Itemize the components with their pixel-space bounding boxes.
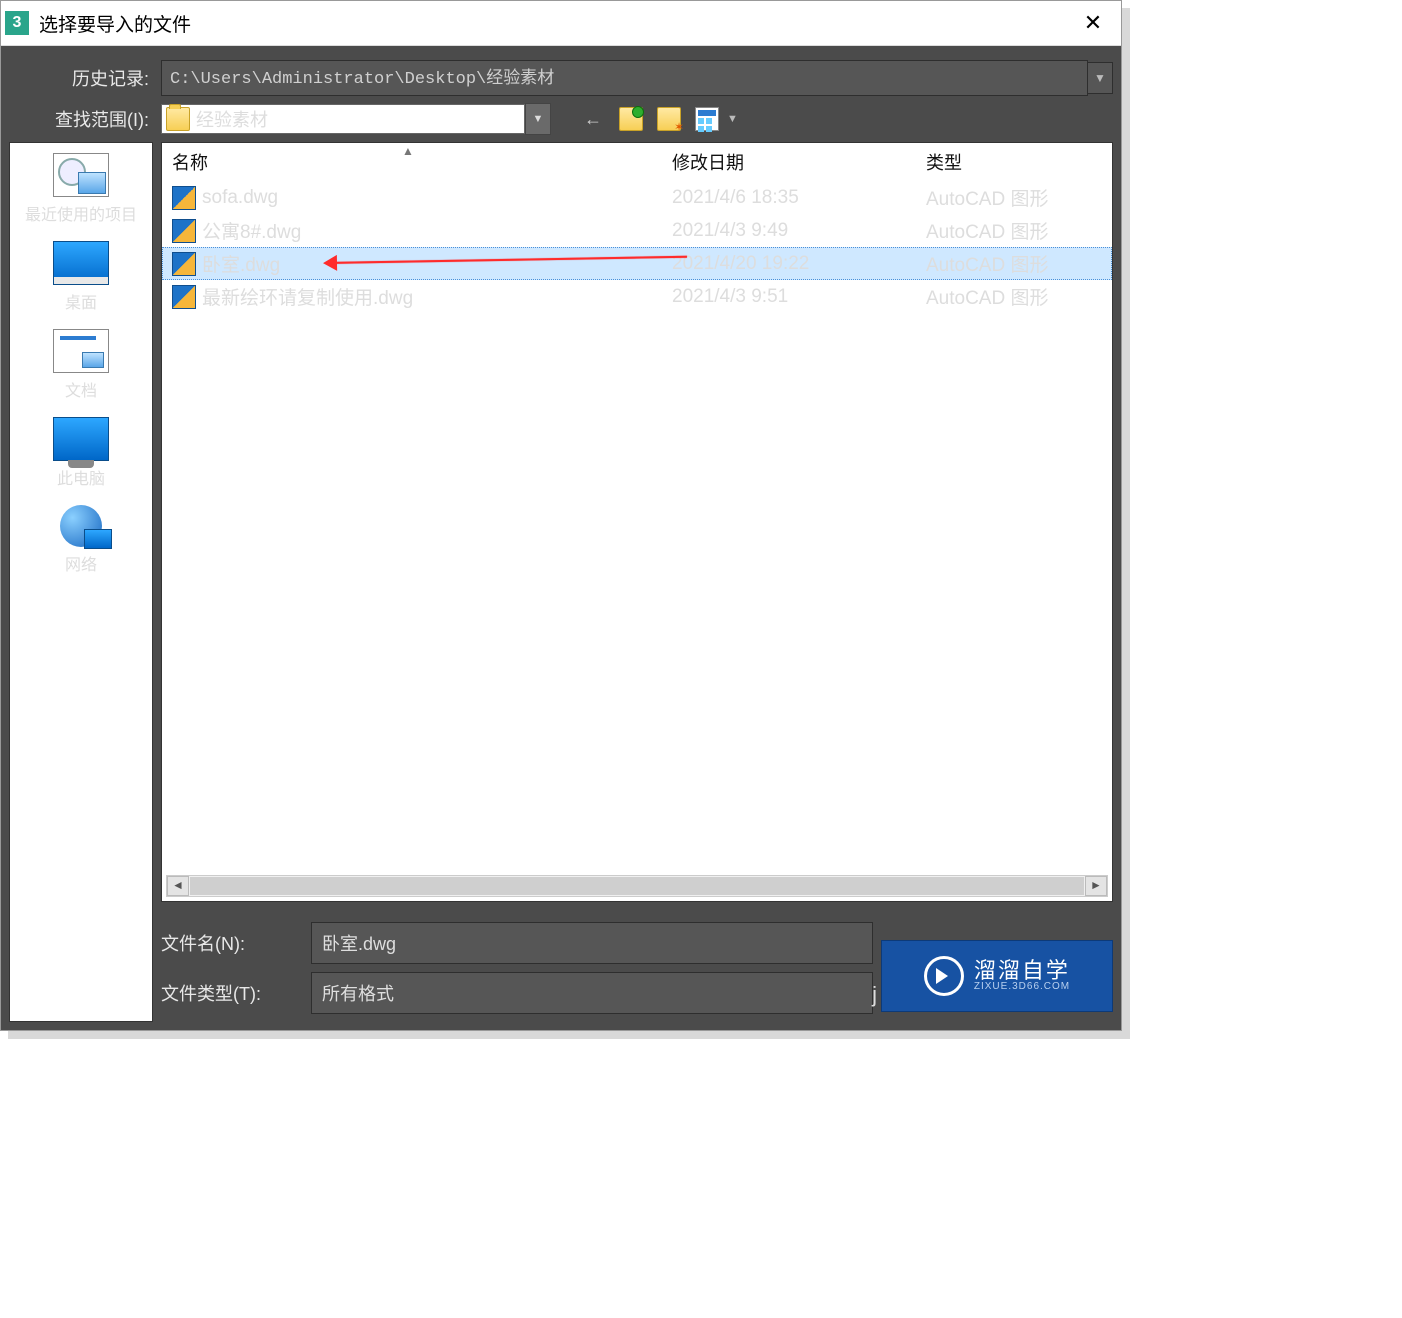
main-container: 最近使用的项目 桌面 文档 此电脑 [9, 142, 1113, 1022]
play-icon [924, 956, 964, 996]
place-thispc-label: 此电脑 [57, 465, 105, 489]
monitor-overlay-icon [84, 529, 112, 549]
app-icon: 3 [5, 11, 29, 35]
lookin-row: 查找范围(I): 经验素材 ▼ ← ▼ [9, 104, 1113, 134]
column-name[interactable]: 名称 ▲ [172, 149, 672, 175]
watermark-subtext: ZIXUE.3D66.COM [974, 982, 1070, 992]
lookin-input[interactable]: 经验素材 [161, 104, 525, 134]
dwg-file-icon [172, 186, 196, 210]
folder-icon [166, 107, 190, 131]
up-folder-icon [619, 107, 643, 131]
column-type[interactable]: 类型 [926, 149, 1102, 175]
file-name: 卧室.dwg [202, 250, 280, 277]
column-date[interactable]: 修改日期 [672, 149, 926, 175]
views-dropdown-caret[interactable]: ▼ [727, 113, 738, 125]
nav-views-button[interactable] [695, 107, 719, 131]
lookin-combo[interactable]: 经验素材 ▼ [161, 104, 551, 134]
views-icon [695, 107, 719, 131]
file-type: AutoCAD 图形 [926, 250, 1102, 277]
lookin-value: 经验素材 [196, 106, 268, 132]
file-date: 2021/4/3 9:49 [672, 220, 926, 242]
file-type: AutoCAD 图形 [926, 217, 1102, 244]
place-documents[interactable]: 文档 [10, 325, 152, 403]
places-bar: 最近使用的项目 桌面 文档 此电脑 [9, 142, 153, 1022]
file-row[interactable]: sofa.dwg 2021/4/6 18:35 AutoCAD 图形 [162, 181, 1112, 214]
network-icon-wrap [54, 505, 108, 547]
file-name: 公寓8#.dwg [202, 217, 301, 244]
documents-icon [53, 329, 109, 373]
file-date: 2021/4/3 9:51 [672, 286, 926, 308]
horizontal-scrollbar[interactable]: ◄ ► [166, 875, 1108, 897]
file-date: 2021/4/20 19:22 [672, 253, 926, 275]
history-label: 历史记录: [9, 65, 161, 91]
recent-items-icon [53, 153, 109, 197]
dwg-file-icon [172, 285, 196, 309]
file-date: 2021/4/6 18:35 [672, 187, 926, 209]
place-network[interactable]: 网络 [10, 501, 152, 577]
file-type: AutoCAD 图形 [926, 283, 1102, 310]
file-name: sofa.dwg [202, 187, 278, 209]
file-area: 名称 ▲ 修改日期 类型 sofa.dwg 2021/4/6 18:35 Aut… [161, 142, 1113, 1022]
lookin-label: 查找范围(I): [9, 106, 161, 132]
filetype-select[interactable] [311, 972, 873, 1014]
import-file-dialog: 3 选择要导入的文件 ✕ 历史记录: C:\Users\Administrato… [0, 0, 1122, 1031]
place-recent[interactable]: 最近使用的项目 [10, 149, 152, 227]
file-row[interactable]: 公寓8#.dwg 2021/4/3 9:49 AutoCAD 图形 [162, 214, 1112, 247]
footer-form: 文件名(N): 文件类型(T): j 溜溜自学 ZIXUE.3D66.COM [161, 914, 1113, 1022]
nav-icons: ← ▼ [581, 107, 738, 131]
dialog-body: 历史记录: C:\Users\Administrator\Desktop\经验素… [1, 46, 1121, 1030]
scroll-right-button[interactable]: ► [1085, 876, 1107, 896]
history-dropdown-caret[interactable]: ▼ [1088, 62, 1113, 94]
watermark-badge: 溜溜自学 ZIXUE.3D66.COM [881, 940, 1113, 1012]
nav-back-button[interactable]: ← [581, 107, 605, 131]
dwg-file-icon [172, 252, 196, 276]
place-recent-label: 最近使用的项目 [25, 201, 137, 225]
file-row[interactable]: 最新绘环请复制使用.dwg 2021/4/3 9:51 AutoCAD 图形 [162, 280, 1112, 313]
close-button[interactable]: ✕ [1069, 1, 1117, 45]
file-name: 最新绘环请复制使用.dwg [202, 283, 413, 310]
titlebar: 3 选择要导入的文件 ✕ [1, 1, 1121, 46]
window-title: 选择要导入的文件 [39, 10, 1069, 37]
filetype-label: 文件类型(T): [161, 980, 311, 1006]
file-type: AutoCAD 图形 [926, 184, 1102, 211]
filename-label: 文件名(N): [161, 930, 311, 956]
dwg-file-icon [172, 219, 196, 243]
watermark-text: 溜溜自学 [974, 960, 1070, 982]
scroll-left-button[interactable]: ◄ [167, 876, 189, 896]
place-desktop-label: 桌面 [65, 289, 97, 313]
nav-newfolder-button[interactable] [657, 107, 681, 131]
desktop-icon [53, 241, 109, 285]
place-desktop[interactable]: 桌面 [10, 237, 152, 315]
stray-text: j [872, 982, 877, 1008]
sort-indicator-icon: ▲ [402, 144, 414, 158]
file-row-selected[interactable]: 卧室.dwg 2021/4/20 19:22 AutoCAD 图形 [162, 247, 1112, 280]
history-row: 历史记录: C:\Users\Administrator\Desktop\经验素… [9, 60, 1113, 96]
scroll-thumb[interactable] [190, 877, 1084, 895]
lookin-dropdown-caret[interactable]: ▼ [525, 103, 551, 135]
place-thispc[interactable]: 此电脑 [10, 413, 152, 491]
file-list[interactable]: 名称 ▲ 修改日期 类型 sofa.dwg 2021/4/6 18:35 Aut… [161, 142, 1113, 902]
this-pc-icon [53, 417, 109, 461]
nav-up-button[interactable] [619, 107, 643, 131]
new-folder-icon [657, 107, 681, 131]
file-list-header[interactable]: 名称 ▲ 修改日期 类型 [162, 143, 1112, 181]
history-path-select[interactable]: C:\Users\Administrator\Desktop\经验素材 [161, 60, 1088, 96]
place-documents-label: 文档 [65, 377, 97, 401]
column-name-label: 名称 [172, 153, 208, 173]
place-network-label: 网络 [65, 551, 97, 575]
filename-input[interactable] [311, 922, 873, 964]
